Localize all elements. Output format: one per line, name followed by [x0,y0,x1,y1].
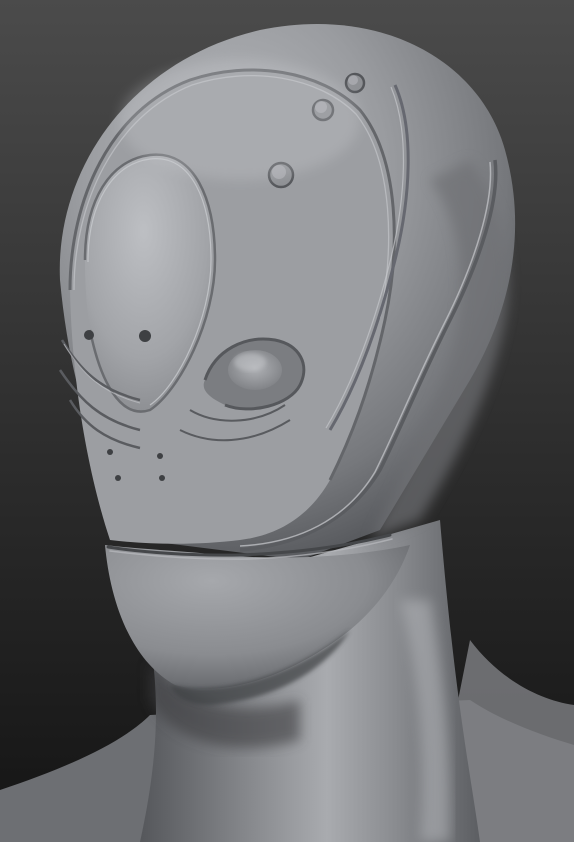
chin-hole-4 [159,475,165,481]
nostril-hole-right [139,330,151,342]
alien-head-sculpt [0,0,574,842]
nostril-hole-left [84,330,94,340]
chin-hole-1 [107,449,113,455]
chin-hole-3 [115,475,121,481]
chin-hole-2 [157,453,163,459]
head-top-highlight [120,60,360,180]
crown-ring-3-highlight [348,75,358,85]
eye-highlight [234,353,266,371]
render-viewport [0,0,574,842]
